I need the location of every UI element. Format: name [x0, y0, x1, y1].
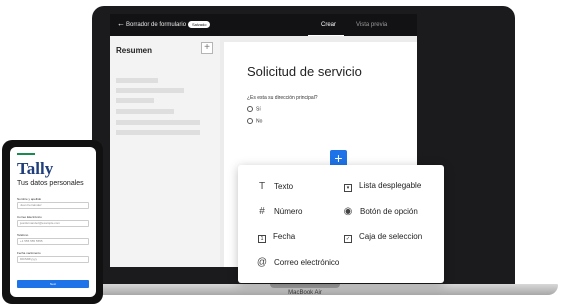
- field-label: Correo Electrónico: [17, 215, 42, 219]
- menu-item-number[interactable]: # Número: [256, 206, 302, 217]
- draft-label: Borrador de formulario: [126, 22, 187, 28]
- app-topbar: ← Borrador de formulario Salvado Crear V…: [110, 14, 417, 36]
- arrow-left-icon[interactable]: ←: [117, 20, 125, 28]
- skeleton-line: [116, 78, 158, 83]
- laptop-notch: [270, 284, 340, 288]
- radio-option-label: Sí: [256, 106, 261, 113]
- menu-item-label: Botón de opción: [360, 207, 418, 216]
- number-icon: #: [259, 206, 265, 217]
- menu-item-date[interactable]: 1 Fecha: [258, 232, 295, 243]
- progress-bar: [17, 153, 35, 155]
- menu-item-label: Texto: [274, 182, 294, 191]
- menu-item-label: Caja de seleccion: [359, 232, 423, 241]
- add-section-button[interactable]: +: [201, 42, 213, 54]
- tab-create[interactable]: Crear: [321, 22, 336, 28]
- skeleton-line: [116, 109, 174, 114]
- phone-form-title: Tus datos personales: [17, 180, 84, 187]
- checkbox-icon: ✓: [344, 235, 352, 243]
- dropdown-icon: ▾: [344, 184, 352, 192]
- tab-preview[interactable]: Vista previa: [356, 22, 387, 28]
- skeleton-line: [116, 98, 154, 103]
- menu-item-email[interactable]: @ Correo electrónico: [256, 257, 339, 268]
- saved-badge: Salvado: [188, 21, 211, 28]
- email-icon: @: [256, 257, 268, 268]
- menu-item-label: Número: [274, 207, 303, 216]
- block-type-menu: T Texto ▾ Lista desplegable # Número ◉ Botón…: [238, 165, 444, 283]
- menu-item-label: Fecha: [273, 232, 296, 241]
- menu-item-checkbox[interactable]: ✓ Caja de seleccion: [344, 232, 422, 243]
- menu-item-dropdown[interactable]: ▾ Lista desplegable: [344, 181, 421, 192]
- phone-screen: Tally Tus datos personales Nombre y apel…: [10, 147, 96, 297]
- menu-item-label: Correo electrónico: [274, 258, 340, 267]
- stage: ← Borrador de formulario Salvado Crear V…: [0, 0, 582, 306]
- radio-option-label: No: [256, 118, 263, 125]
- radio-option[interactable]: Sí: [247, 106, 261, 112]
- menu-item-label: Lista desplegable: [359, 181, 422, 190]
- birthdate-field[interactable]: DD/MM/yyyy: [17, 256, 89, 263]
- radio-option[interactable]: No: [247, 118, 262, 124]
- text-icon: T: [258, 181, 266, 192]
- skeleton-line: [116, 130, 200, 135]
- skeleton-line: [116, 120, 200, 125]
- phone-field[interactable]: +1 555 555 5555: [17, 238, 89, 245]
- field-label: Teléfono: [17, 233, 29, 237]
- tally-logo: Tally: [17, 159, 54, 178]
- menu-item-text[interactable]: T Texto: [256, 181, 293, 192]
- question-label[interactable]: ¿Es esta su dirección principal?: [247, 95, 318, 101]
- radio-icon: [247, 118, 253, 124]
- name-field[interactable]: Juan Fernández: [17, 202, 89, 209]
- email-field[interactable]: juanfernandez@example.com: [17, 220, 89, 227]
- field-label: Fecha nacimiento: [17, 251, 41, 255]
- laptop-model-label: MacBook Air: [288, 290, 322, 296]
- summary-sidebar: Resumen +: [110, 36, 220, 267]
- next-button[interactable]: Next: [17, 280, 89, 288]
- field-label: Nombre y apellido: [17, 197, 42, 201]
- sidebar-title: Resumen: [116, 46, 153, 55]
- radio-icon: [247, 106, 253, 112]
- skeleton-line: [116, 88, 184, 93]
- menu-item-radio[interactable]: ◉ Botón de opción: [342, 206, 418, 217]
- date-icon: 1: [258, 235, 266, 243]
- radio-option-icon: ◉: [343, 206, 353, 217]
- form-title[interactable]: Solicitud de servicio: [247, 64, 362, 79]
